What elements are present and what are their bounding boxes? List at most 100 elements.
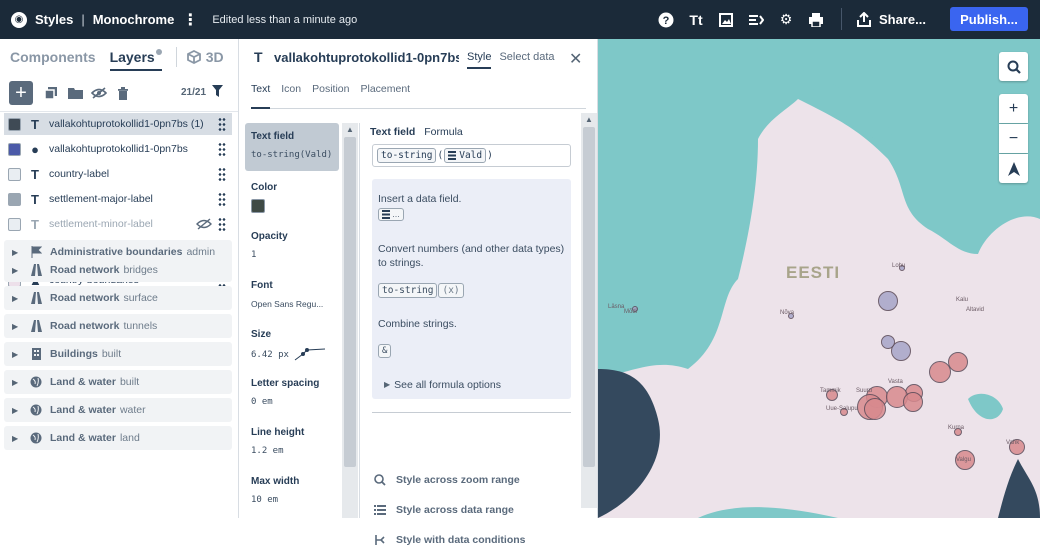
layer-swatch — [8, 217, 21, 231]
style-with-data-conditions[interactable]: Style with data conditions — [374, 534, 526, 546]
subtab-placement[interactable]: Placement — [360, 83, 410, 108]
add-layer-button[interactable]: + — [9, 81, 33, 105]
prop-letter-spacing[interactable]: Letter spacing 0 em — [245, 378, 339, 407]
prop-text-field[interactable]: Text field to-string(Vald) — [245, 123, 339, 171]
publish-button[interactable]: Publish... — [950, 7, 1028, 31]
convert-text: Convert numbers (and other data types) t… — [378, 243, 565, 269]
images-icon[interactable] — [717, 11, 735, 29]
map-point[interactable] — [864, 398, 886, 420]
style-across-data-range[interactable]: Style across data range — [374, 504, 514, 516]
scrollbar-thumb[interactable] — [583, 127, 595, 467]
tab-3d[interactable]: 3D — [186, 49, 224, 65]
ampersand-token[interactable]: & — [378, 344, 392, 358]
tab-select-data[interactable]: Select data — [499, 51, 554, 63]
breadcrumb-style-name[interactable]: Monochrome — [93, 12, 175, 27]
tab-layers[interactable]: Layers — [109, 49, 162, 71]
map-point[interactable] — [878, 291, 898, 311]
layer-group[interactable]: ▶ Road network surface — [4, 286, 232, 310]
zoom-icon — [374, 474, 386, 486]
expand-arrow-icon[interactable]: ▶ — [12, 378, 20, 387]
map-point[interactable] — [948, 352, 968, 372]
expand-arrow-icon[interactable]: ▶ — [12, 248, 20, 257]
scroll-up-icon[interactable]: ▲ — [585, 115, 593, 124]
prop-line-height[interactable]: Line height 1.2 em — [245, 427, 339, 456]
typography-icon[interactable]: Tt — [687, 11, 705, 29]
drag-handle-icon[interactable] — [218, 217, 226, 231]
action-label: Style across data range — [396, 504, 514, 516]
prop-opacity[interactable]: Opacity 1 — [245, 231, 339, 260]
formula-function-token[interactable]: to-string — [377, 148, 437, 163]
prop-font[interactable]: Font Open Sans Regu... — [245, 280, 339, 309]
share-label: Share... — [879, 12, 926, 27]
compass-button[interactable] — [999, 154, 1028, 183]
layer-type-icon: T — [31, 216, 39, 232]
prop-size[interactable]: Size 6.42 px — [245, 329, 339, 362]
more-options-icon[interactable]: ⋮ — [182, 10, 198, 30]
layer-group[interactable]: ▶ Road network bridges — [4, 258, 232, 282]
formula-input[interactable]: to-string ( Vald ) — [372, 144, 571, 167]
layer-row[interactable]: Tsettlement-major-label — [4, 188, 232, 210]
formula-editor-scrollbar[interactable]: ▲ — [581, 113, 597, 508]
style-across-zoom-range[interactable]: Style across zoom range — [374, 474, 520, 486]
map-point[interactable] — [903, 392, 923, 412]
hide-layer-icon[interactable] — [91, 85, 107, 101]
prop-label: Color — [251, 182, 278, 193]
layer-title[interactable]: vallakohtuprotokollid1-0pn7bs (1) — [274, 50, 459, 65]
subtab-text[interactable]: Text — [251, 83, 271, 109]
duplicate-icon[interactable] — [43, 85, 59, 101]
help-icon[interactable]: ? — [657, 11, 675, 29]
insert-field-button[interactable]: … — [378, 208, 404, 221]
close-icon[interactable]: ✕ — [569, 49, 582, 69]
filter-icon[interactable] — [212, 85, 223, 100]
layer-group[interactable]: ▶ Land & water built — [4, 370, 232, 394]
expand-arrow-icon[interactable]: ▶ — [12, 350, 20, 359]
layer-row[interactable]: ● vallakohtuprotokollid1-0pn7bs — [4, 138, 232, 160]
layer-group[interactable]: ▶ Land & water water — [4, 398, 232, 422]
expand-arrow-icon[interactable]: ▶ — [12, 406, 20, 415]
tab-style[interactable]: Style — [467, 51, 492, 69]
layer-row[interactable]: Tcountry-label — [4, 163, 232, 185]
to-string-example[interactable]: to-string (x) — [378, 283, 464, 298]
map-canvas[interactable]: EESTI Läsna Mõdi Nõva Lohu Kalu Altavid Vasta T… — [598, 39, 1040, 518]
expand-arrow-icon[interactable]: ▶ — [12, 322, 20, 331]
trash-icon[interactable] — [115, 85, 131, 101]
share-button[interactable]: Share... — [857, 0, 926, 39]
drag-handle-icon[interactable] — [218, 117, 226, 131]
tab-components[interactable]: Components — [10, 49, 96, 65]
property-list-scrollbar[interactable]: ▲ — [342, 123, 358, 518]
settings-gear-icon[interactable]: ⚙ — [777, 11, 795, 29]
drag-handle-icon[interactable] — [218, 167, 226, 181]
folder-icon[interactable] — [67, 85, 83, 101]
print-icon[interactable] — [807, 11, 825, 29]
subtab-position[interactable]: Position — [312, 83, 349, 108]
layer-group[interactable]: ▶ Land & water land — [4, 426, 232, 450]
formula-field-token[interactable]: Vald — [444, 148, 487, 163]
layer-row[interactable]: Tsettlement-minor-label — [4, 213, 232, 235]
expand-arrow-icon[interactable]: ▶ — [12, 294, 20, 303]
layer-group[interactable]: ▶ Buildings built — [4, 342, 232, 366]
scroll-up-icon[interactable]: ▲ — [346, 125, 354, 134]
group-name: Road network — [50, 292, 120, 304]
zoom-out-button[interactable]: − — [999, 124, 1028, 153]
expand-arrow-icon[interactable]: ▶ — [12, 266, 20, 275]
layer-row[interactable]: Tvallakohtuprotokollid1-0pn7bs (1) — [4, 113, 232, 135]
zoom-in-button[interactable]: + — [999, 94, 1028, 123]
map-point[interactable] — [881, 335, 895, 349]
hidden-eye-icon[interactable] — [196, 218, 212, 230]
drag-handle-icon[interactable] — [218, 192, 226, 206]
layer-group[interactable]: ▶ Road network tunnels — [4, 314, 232, 338]
history-icon[interactable] — [747, 11, 765, 29]
expand-arrow-icon[interactable]: ▶ — [12, 434, 20, 443]
drag-handle-icon[interactable] — [218, 142, 226, 156]
globe-icon — [30, 404, 42, 416]
color-swatch[interactable] — [251, 199, 265, 213]
see-all-formula-options[interactable]: ▶ See all formula options — [384, 378, 574, 392]
prop-color[interactable]: Color — [245, 182, 339, 213]
prop-max-width[interactable]: Max width 10 em — [245, 476, 339, 505]
mapbox-logo-icon[interactable]: ◉ — [11, 11, 27, 28]
scrollbar-thumb[interactable] — [344, 137, 356, 467]
subtab-icon[interactable]: Icon — [281, 83, 301, 108]
formula-help-box: Insert a data field. … Convert numbers (… — [372, 179, 571, 399]
breadcrumb-styles[interactable]: Styles — [35, 12, 73, 27]
map-search-button[interactable] — [999, 52, 1028, 81]
